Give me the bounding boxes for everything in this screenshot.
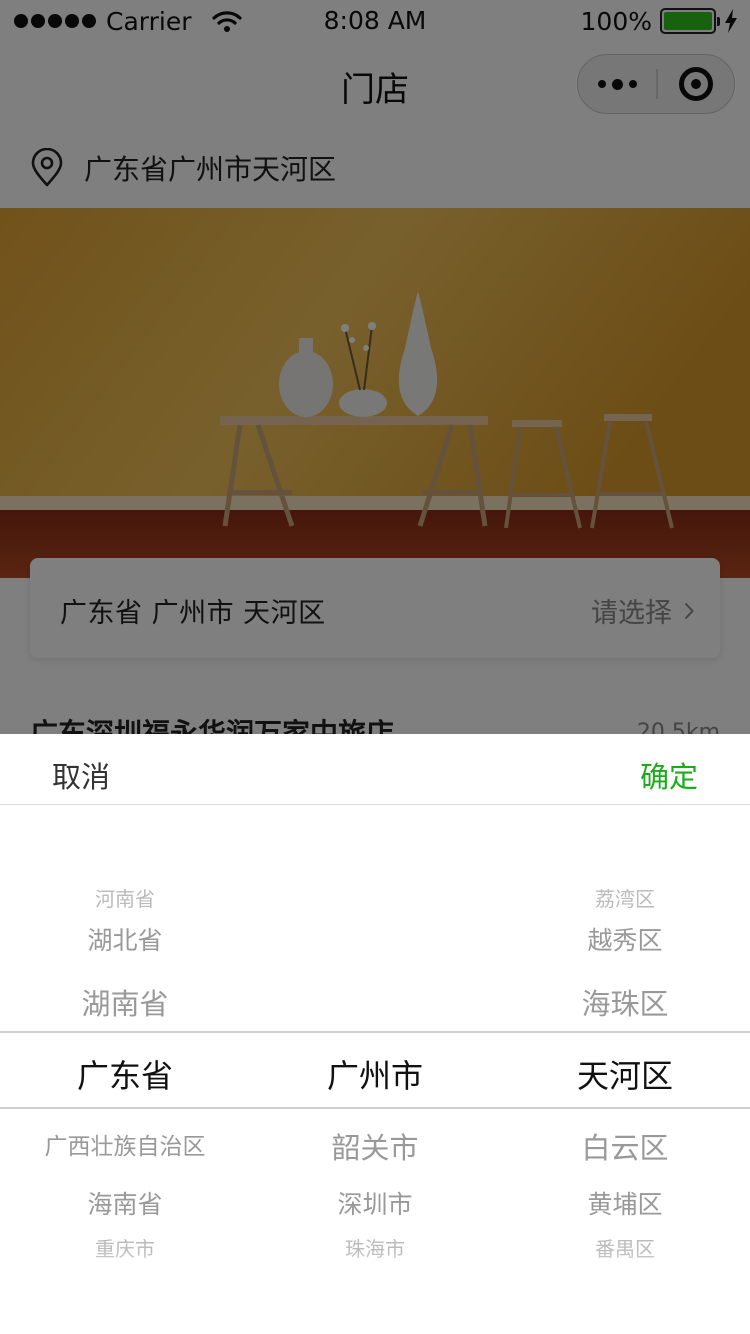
picker-option[interactable]: 深圳市 [250,1185,500,1221]
picker-option[interactable]: 越秀区 [500,921,750,957]
picker-columns: 河南省 湖北省 湖南省 广东省 广西壮族自治区 海南省 重庆市 广州市 韶关市 … [0,805,750,1334]
selection-indicator-top [0,1031,750,1033]
picker-option[interactable]: 河南省 [0,883,250,912]
picker-option[interactable]: 海珠区 [500,981,750,1023]
picker-header: 取消 确定 [0,734,750,805]
cancel-button[interactable]: 取消 [52,754,110,796]
picker-option-selected[interactable]: 天河区 [500,1051,750,1097]
picker-option[interactable]: 白云区 [500,1125,750,1167]
picker-fade-top [0,805,750,865]
picker-fade-bottom [0,1250,750,1334]
picker-option[interactable]: 荔湾区 [500,883,750,912]
confirm-button[interactable]: 确定 [640,754,698,796]
picker-option[interactable]: 韶关市 [250,1125,500,1167]
picker-option[interactable]: 广西壮族自治区 [0,1127,250,1161]
picker-option[interactable]: 黄埔区 [500,1185,750,1221]
picker-option[interactable]: 海南省 [0,1185,250,1221]
picker-option-selected[interactable]: 广州市 [250,1051,500,1097]
region-picker: 取消 确定 河南省 湖北省 湖南省 广东省 广西壮族自治区 海南省 重庆市 广州… [0,734,750,1334]
picker-option-selected[interactable]: 广东省 [0,1051,250,1097]
picker-option[interactable]: 湖北省 [0,921,250,957]
selection-indicator-bottom [0,1107,750,1109]
picker-option[interactable]: 湖南省 [0,981,250,1023]
